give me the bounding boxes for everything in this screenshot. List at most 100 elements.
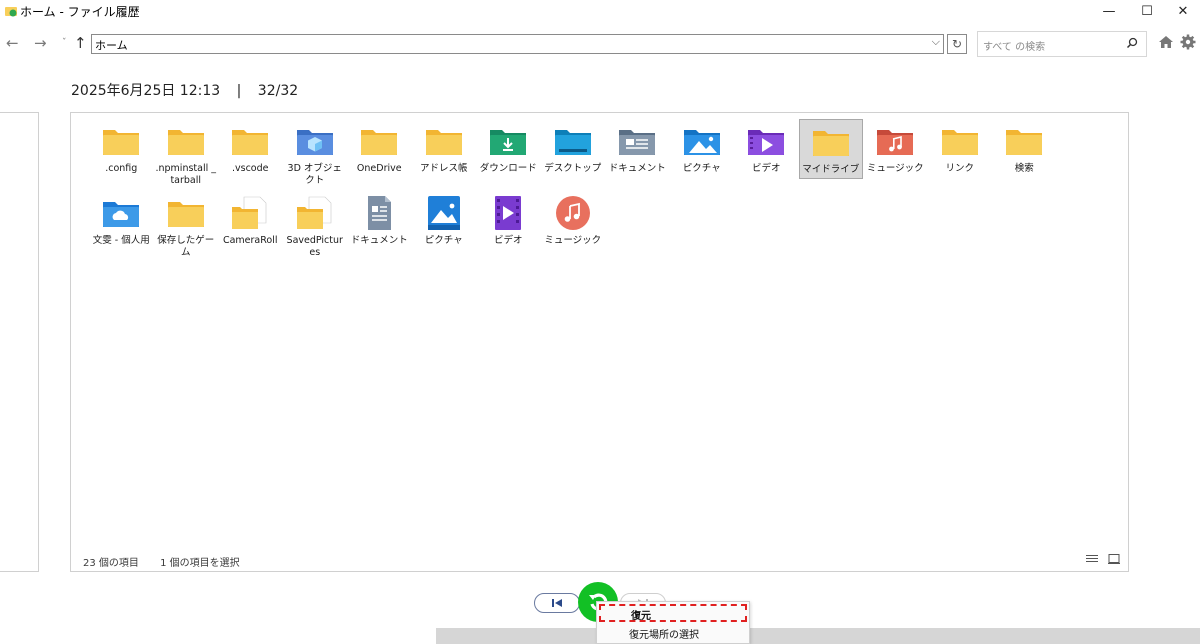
version-counter: 32/32: [257, 83, 299, 99]
videos-icon: [747, 125, 785, 157]
file-item[interactable]: ピクチャ: [670, 119, 735, 191]
backup-datetime: 2025年6月25日 12:13: [71, 83, 221, 99]
file-item-label: ドキュメント: [350, 235, 408, 246]
file-item[interactable]: ミュージック: [541, 191, 606, 263]
refresh-icon[interactable]: ↻: [947, 34, 967, 54]
file-item-label: .config: [105, 163, 138, 174]
videos-library-icon: [489, 196, 527, 230]
folder-icon: [167, 125, 205, 157]
details-view-icon[interactable]: [1086, 554, 1098, 564]
navigation-bar: ← → ˇ ↑ ホーム ⌵ ↻ すべて の検索: [0, 28, 1200, 60]
file-item-label: .npminstall _tarball: [155, 163, 217, 186]
music-icon: [876, 125, 914, 157]
up-arrow-icon[interactable]: ↑: [74, 34, 87, 52]
file-item[interactable]: ビデオ: [476, 191, 541, 263]
previous-version-button[interactable]: [534, 593, 580, 613]
pictures-library-icon: [425, 196, 463, 230]
file-item-label: OneDrive: [356, 163, 402, 174]
file-item-label: ダウンロード: [479, 163, 537, 174]
file-item-label: ミュージック: [866, 163, 924, 174]
file-item[interactable]: CameraRoll: [218, 191, 283, 263]
menu-item-restore-to-label: 復元場所の選択: [629, 630, 699, 641]
skip-back-icon: [552, 599, 562, 607]
file-item-label: .vscode: [231, 163, 269, 174]
backup-date-header: 2025年6月25日 12:13 | 32/32: [71, 80, 298, 100]
file-item[interactable]: .vscode: [218, 119, 283, 191]
file-item-label: SavedPictures: [286, 235, 343, 258]
file-item[interactable]: ドキュメント: [347, 191, 412, 263]
onedrive-folder-icon: [102, 197, 140, 229]
home-icon[interactable]: [1158, 35, 1174, 49]
file-item[interactable]: 保存したゲーム: [154, 191, 219, 263]
view-toggle: [1086, 554, 1120, 564]
downloads-icon: [489, 125, 527, 157]
file-item-label: リンク: [945, 163, 974, 174]
desktop-icon: [554, 125, 592, 157]
menu-item-restore[interactable]: 復元: [599, 604, 747, 622]
file-item[interactable]: デスクトップ: [541, 119, 606, 191]
address-text: ホーム: [95, 39, 128, 52]
file-item-label: 文雯 - 個人用: [92, 235, 150, 246]
music-library-icon: [554, 196, 592, 230]
file-item-label: アドレス帳: [419, 163, 468, 174]
folder-icon: [812, 126, 850, 158]
folder-icon: [102, 125, 140, 157]
file-history-app-icon: [5, 7, 17, 17]
address-bar[interactable]: ホーム ⌵: [91, 34, 944, 54]
search-icon[interactable]: [1126, 37, 1138, 49]
3d-objects-icon: [296, 125, 334, 157]
menu-item-restore-to[interactable]: 復元場所の選択: [597, 624, 749, 642]
file-item[interactable]: .config: [89, 119, 154, 191]
file-item[interactable]: 検索: [992, 119, 1057, 191]
file-item[interactable]: 3D オブジェクト: [283, 119, 348, 191]
file-item[interactable]: ピクチャ: [412, 191, 477, 263]
file-item-label: 保存したゲーム: [157, 235, 215, 258]
chevron-down-icon[interactable]: ⌵: [932, 35, 940, 49]
gear-icon[interactable]: [1180, 34, 1196, 50]
search-placeholder: すべて の検索: [983, 42, 1046, 53]
documents-library-icon: [360, 196, 398, 230]
folder-icon: [1005, 125, 1043, 157]
file-item-label: ドキュメント: [608, 163, 666, 174]
folder-icon: [941, 125, 979, 157]
file-item-label: CameraRoll: [222, 235, 278, 246]
file-item[interactable]: ドキュメント: [605, 119, 670, 191]
file-item-label: デスクトップ: [544, 163, 602, 174]
file-item-label: 3D オブジェクト: [287, 163, 342, 186]
back-arrow-icon[interactable]: ←: [6, 34, 19, 52]
folder-icon: [425, 125, 463, 157]
item-count: 23 個の項目: [83, 558, 139, 569]
file-item[interactable]: アドレス帳: [412, 119, 477, 191]
large-icons-view-icon[interactable]: [1108, 554, 1120, 564]
file-item-label: 検索: [1014, 163, 1034, 174]
folder-icon: [360, 125, 398, 157]
search-input[interactable]: すべて の検索: [977, 31, 1147, 57]
file-item[interactable]: 文雯 - 個人用: [89, 191, 154, 263]
file-item[interactable]: .npminstall _tarball: [154, 119, 219, 191]
folder-icon: [167, 197, 205, 229]
file-item-label: マイドライブ: [802, 164, 860, 175]
forward-arrow-icon[interactable]: →: [34, 34, 47, 52]
file-view: .config .npminstall _tarball .vscode 3D オブジ…: [70, 112, 1129, 572]
file-item[interactable]: ダウンロード: [476, 119, 541, 191]
file-item[interactable]: OneDrive: [347, 119, 412, 191]
file-item[interactable]: リンク: [928, 119, 993, 191]
file-item-label: ビデオ: [751, 163, 781, 174]
recent-dropdown-icon[interactable]: ˇ: [62, 38, 67, 48]
separator: |: [236, 83, 242, 99]
file-item[interactable]: マイドライブ: [798, 119, 863, 179]
close-button[interactable]: ✕: [1160, 0, 1200, 22]
file-item-label: ミュージック: [544, 235, 602, 246]
file-item[interactable]: ビデオ: [734, 119, 799, 191]
previous-version-panel[interactable]: [0, 112, 39, 572]
library-folder-icon: [231, 196, 269, 229]
pictures-icon: [683, 125, 721, 157]
file-item[interactable]: ミュージック: [863, 119, 928, 191]
file-item[interactable]: SavedPictures: [283, 191, 348, 263]
window-title: ホーム - ファイル履歴: [20, 5, 140, 19]
file-grid: .config .npminstall _tarball .vscode 3D オブジ…: [89, 119, 1119, 263]
file-item-label: ピクチャ: [682, 163, 721, 174]
restore-context-menu: 復元 復元場所の選択: [596, 601, 750, 644]
menu-item-restore-label: 復元: [631, 611, 651, 622]
file-item-label: ピクチャ: [424, 235, 463, 246]
